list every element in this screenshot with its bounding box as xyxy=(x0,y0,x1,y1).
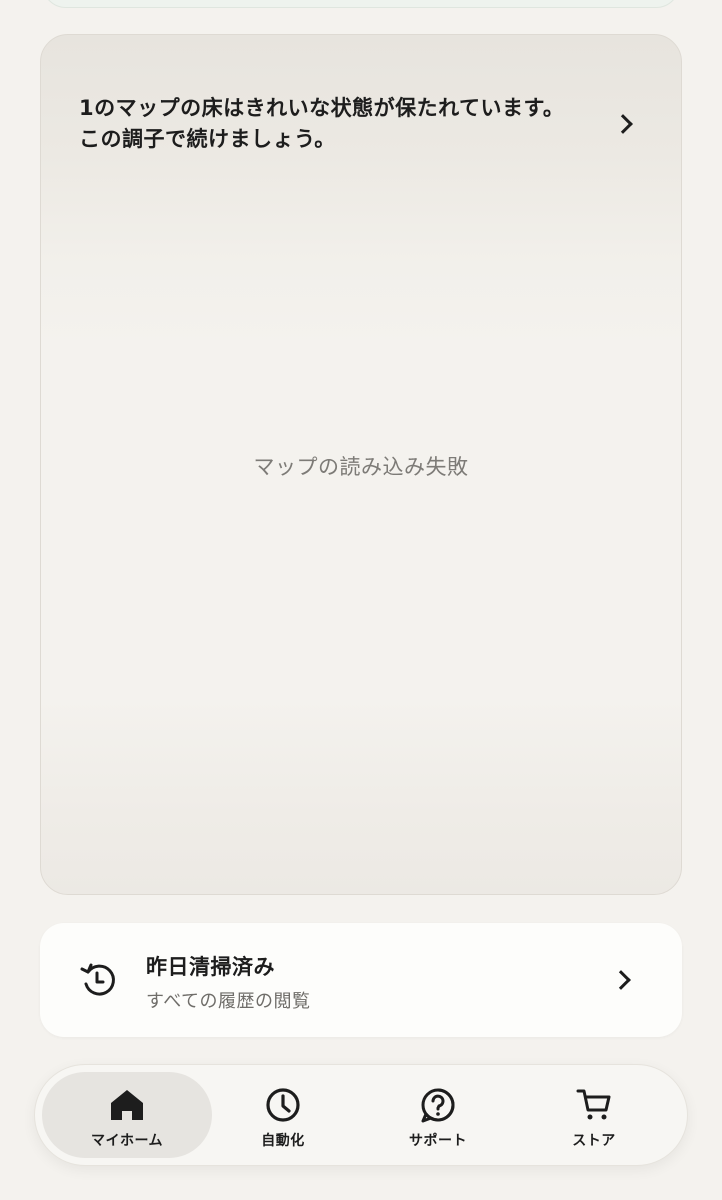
nav-label: 自動化 xyxy=(261,1133,305,1149)
cleaning-history-card[interactable]: 昨日清掃済み すべての履歴の閲覧 xyxy=(40,923,682,1037)
nav-label: ストア xyxy=(572,1133,616,1149)
history-subtitle: すべての履歴の閲覧 xyxy=(146,991,311,1012)
map-load-error-text: マップの読み込み失敗 xyxy=(253,455,469,479)
nav-label: マイホーム xyxy=(90,1133,164,1149)
map-card[interactable]: 1のマップの床はきれいな状態が保たれています。この調子で続けましょう。 マップの… xyxy=(40,34,682,895)
map-status-header[interactable]: 1のマップの床はきれいな状態が保たれています。この調子で続けましょう。 xyxy=(41,35,681,215)
chevron-right-icon[interactable] xyxy=(611,970,631,990)
cart-icon xyxy=(576,1089,611,1120)
help-icon xyxy=(421,1088,455,1123)
bottom-navigation: マイホーム 自動化 サポート ストア xyxy=(34,1064,688,1166)
nav-label: サポート xyxy=(409,1133,467,1149)
nav-item-my-home[interactable]: マイホーム xyxy=(42,1072,212,1158)
map-status-message: 1のマップの床はきれいな状態が保たれています。この調子で続けましょう。 xyxy=(79,96,565,151)
chevron-right-icon[interactable] xyxy=(613,114,633,134)
history-icon xyxy=(80,963,115,996)
home-screen: 1のマップの床はきれいな状態が保たれています。この調子で続けましょう。 マップの… xyxy=(0,0,722,1200)
previous-card[interactable] xyxy=(42,0,680,8)
clock-icon xyxy=(266,1088,300,1122)
nav-item-automation[interactable]: 自動化 xyxy=(198,1072,368,1158)
nav-item-store[interactable]: ストア xyxy=(509,1072,679,1158)
nav-item-support[interactable]: サポート xyxy=(353,1072,523,1158)
history-title: 昨日清掃済み xyxy=(146,955,275,979)
home-icon xyxy=(111,1090,143,1120)
